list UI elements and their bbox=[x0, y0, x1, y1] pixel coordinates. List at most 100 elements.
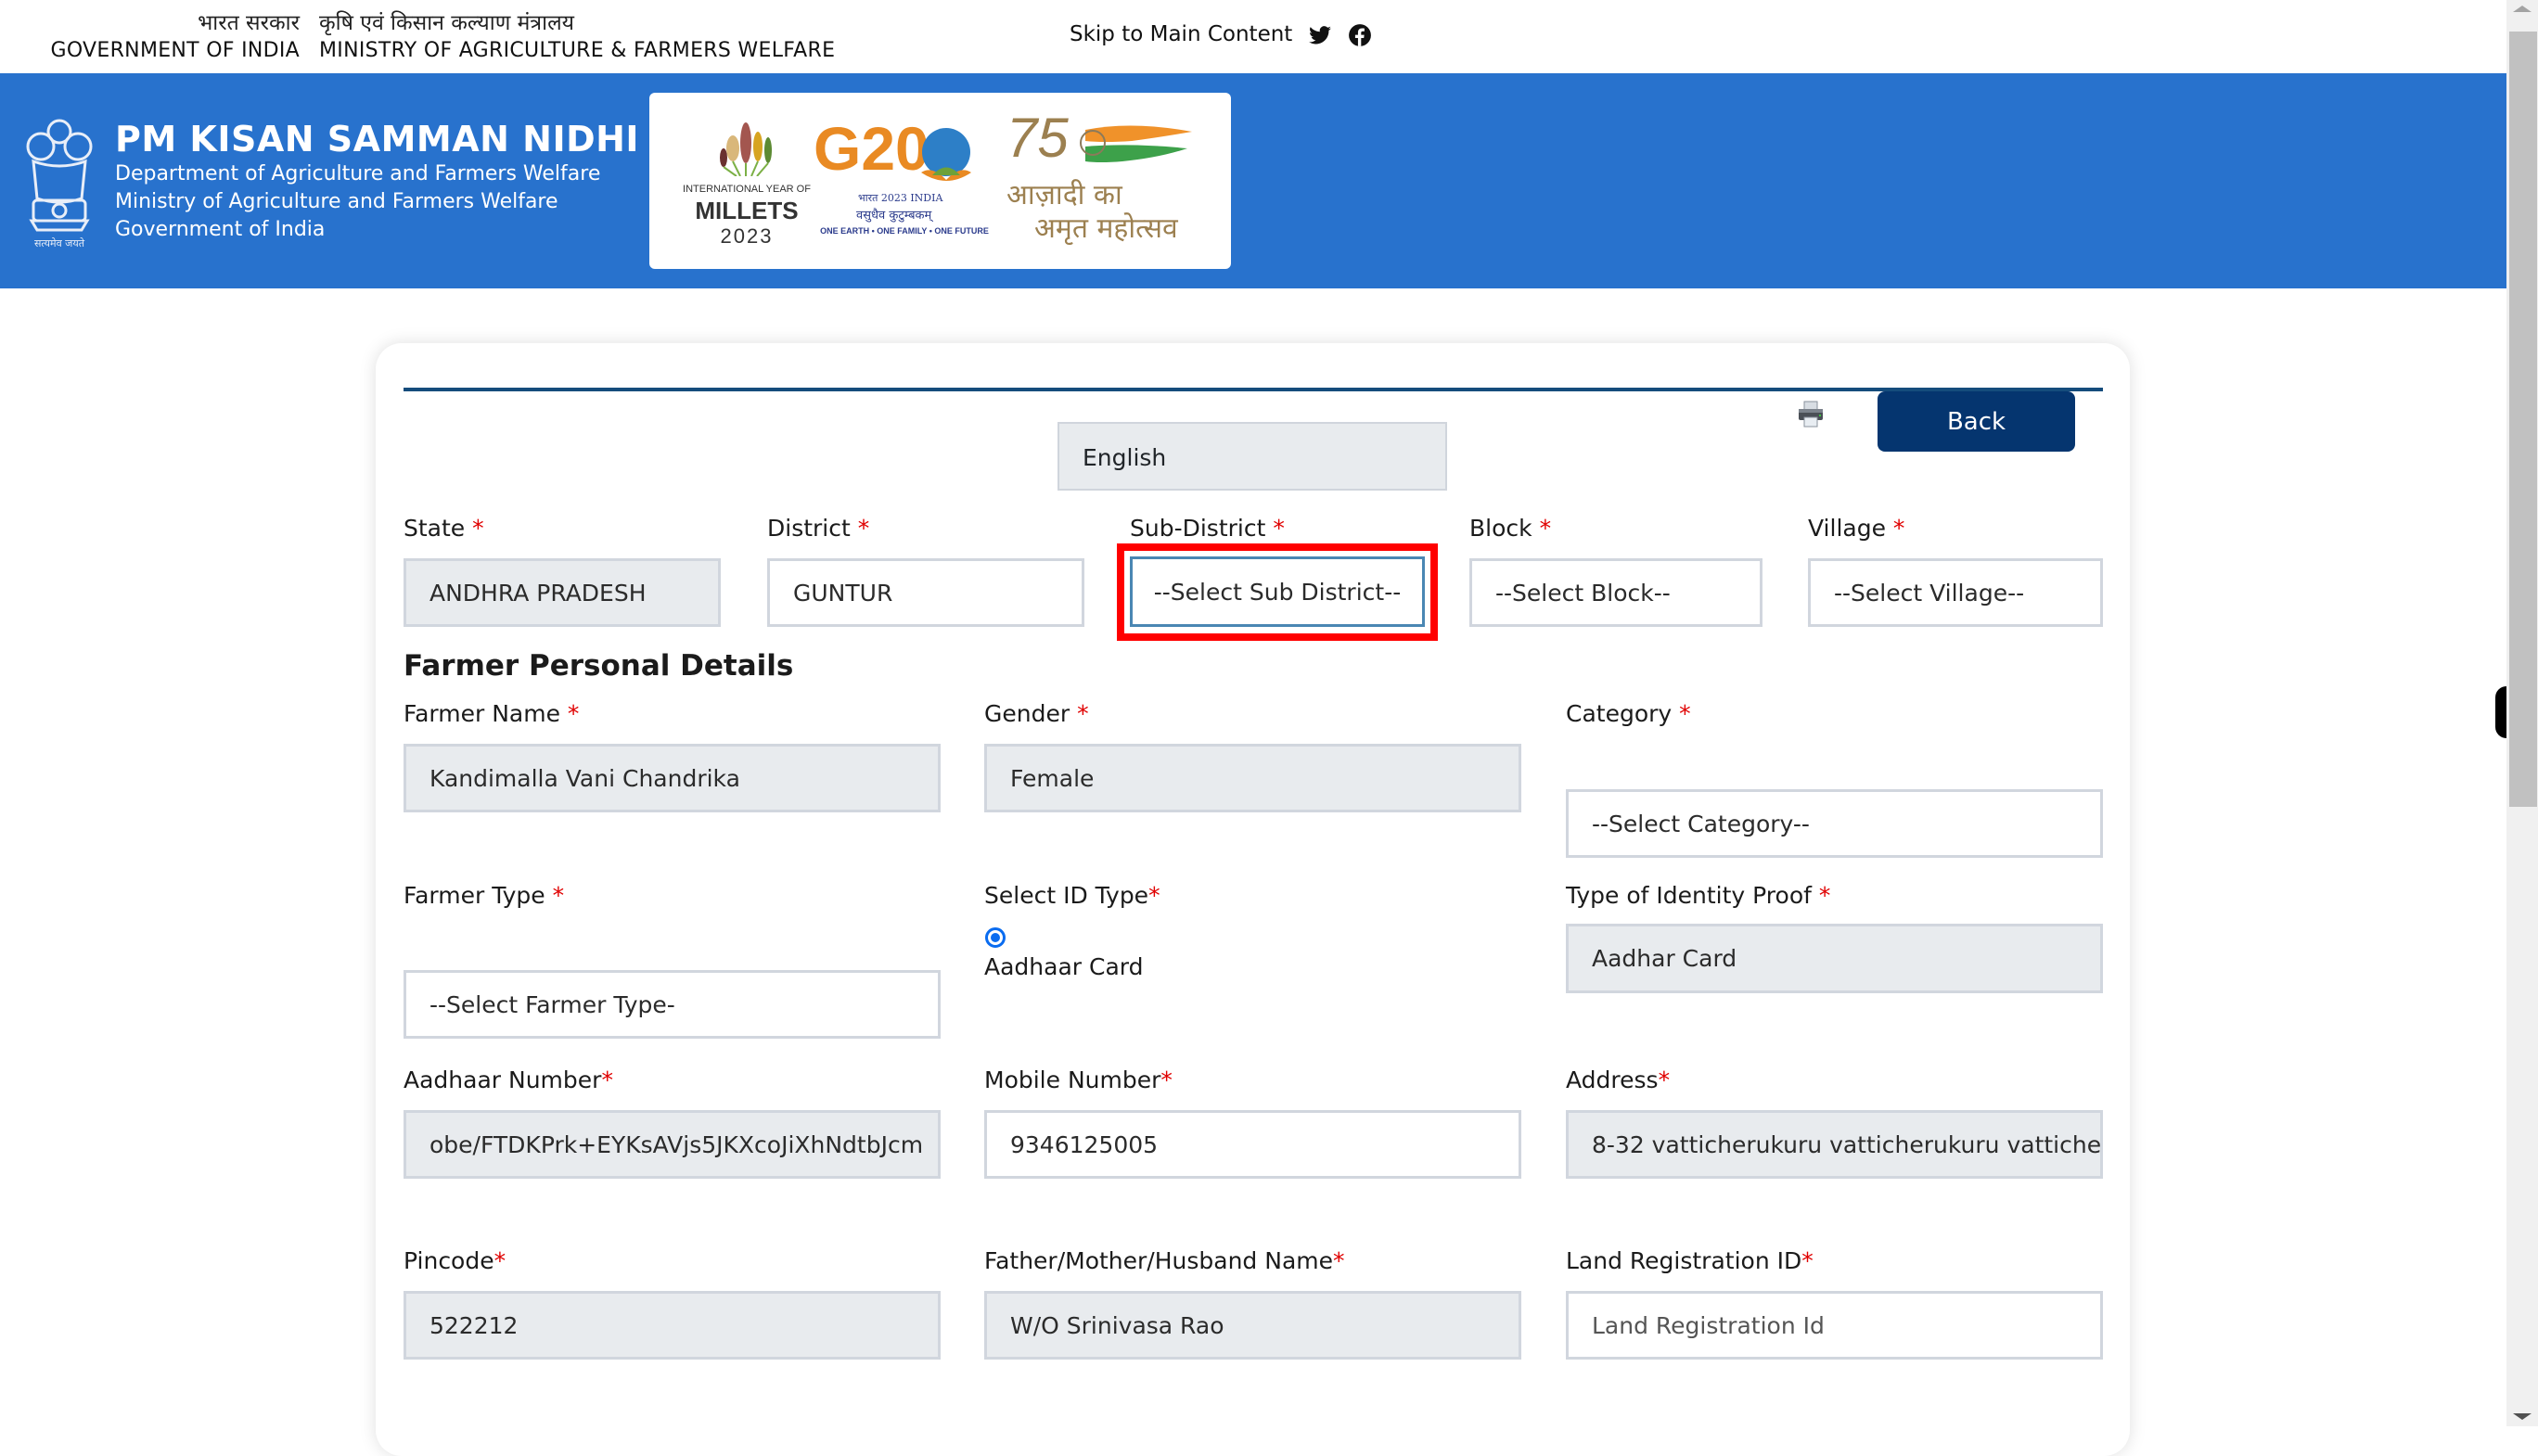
millets-grain-icon bbox=[720, 122, 772, 176]
twitter-icon[interactable] bbox=[1308, 23, 1332, 47]
flag-icon bbox=[1080, 125, 1192, 162]
required-marker: * bbox=[1273, 515, 1285, 542]
village-select[interactable]: --Select Village-- bbox=[1808, 558, 2103, 627]
id-type-label: Select ID Type* bbox=[984, 882, 1160, 909]
millets-logo: INTERNATIONAL YEAR OF MILLETS 2023 bbox=[677, 121, 816, 250]
land-registration-placeholder: Land Registration Id bbox=[1592, 1311, 1825, 1339]
required-marker: * bbox=[567, 700, 580, 727]
category-label: Category * bbox=[1566, 700, 1691, 727]
state-label-text: State bbox=[404, 515, 466, 542]
scroll-up-arrow-icon[interactable] bbox=[2513, 6, 2532, 12]
farmer-name-label-text: Farmer Name bbox=[404, 700, 560, 727]
mobile-number-label: Mobile Number* bbox=[984, 1066, 1173, 1093]
national-emblem-icon: सत्यमेव जयते bbox=[20, 115, 98, 250]
sub-district-label: Sub-District * bbox=[1130, 515, 1285, 542]
required-marker: * bbox=[1892, 515, 1905, 542]
aadhaar-number-label: Aadhaar Number* bbox=[404, 1066, 613, 1093]
aadhaar-card-radio[interactable] bbox=[985, 927, 1006, 948]
block-label-text: Block bbox=[1469, 515, 1532, 542]
azadi-line2: अमृत महोत्सव bbox=[1034, 212, 1178, 245]
pincode-label-text: Pincode bbox=[404, 1247, 494, 1274]
state-field[interactable]: ANDHRA PRADESH bbox=[404, 558, 721, 627]
section-heading: Farmer Personal Details bbox=[404, 649, 794, 683]
gender-label: Gender * bbox=[984, 700, 1089, 727]
required-marker: * bbox=[1658, 1066, 1671, 1093]
district-select[interactable]: GUNTUR bbox=[767, 558, 1084, 627]
ministry-label: कृषि एवं किसान कल्याण मंत्रालय MINISTRY … bbox=[319, 9, 835, 65]
g20-line1: भारत 2023 INDIA bbox=[858, 192, 943, 204]
ministry-line: Ministry of Agriculture and Farmers Welf… bbox=[115, 190, 558, 213]
farmer-name-field[interactable]: Kandimalla Vani Chandrika bbox=[404, 744, 941, 812]
farmer-type-select[interactable]: --Select Farmer Type- bbox=[404, 970, 941, 1039]
g20-logo: G20 भारत 2023 INDIA वसुधैव कुटुम्बकम् ON… bbox=[802, 114, 1006, 258]
government-line: Government of India bbox=[115, 218, 326, 241]
required-marker: * bbox=[1077, 700, 1089, 727]
g20-mark: G20 bbox=[814, 114, 929, 183]
land-registration-label-text: Land Registration ID bbox=[1566, 1247, 1802, 1274]
address-field[interactable]: 8-32 vatticherukuru vatticherukuru vatti… bbox=[1566, 1110, 2103, 1179]
farmer-type-label-text: Farmer Type bbox=[404, 882, 545, 909]
form-card bbox=[376, 343, 2130, 1456]
required-marker: * bbox=[1160, 1066, 1173, 1093]
g20-line2: वसुधैव कुटुम्बकम् bbox=[856, 209, 932, 223]
required-marker: * bbox=[552, 882, 565, 909]
required-marker: * bbox=[1679, 700, 1691, 727]
mobile-number-label-text: Mobile Number bbox=[984, 1066, 1161, 1093]
printer-icon[interactable] bbox=[1796, 399, 1826, 428]
required-marker: * bbox=[1801, 1247, 1814, 1274]
district-label-text: District bbox=[767, 515, 851, 542]
mobile-number-input[interactable]: 9346125005 bbox=[984, 1110, 1521, 1179]
facebook-icon[interactable] bbox=[1348, 23, 1372, 47]
required-marker: * bbox=[857, 515, 870, 542]
farmer-type-label: Farmer Type * bbox=[404, 882, 564, 909]
scrollbar-thumb[interactable] bbox=[2509, 32, 2537, 807]
farmer-name-label: Farmer Name * bbox=[404, 700, 579, 727]
sub-district-select[interactable]: --Select Sub District-- bbox=[1130, 556, 1425, 627]
pincode-field[interactable]: 522212 bbox=[404, 1291, 941, 1360]
emblem-caption: सत्यमेव जयते bbox=[34, 237, 85, 249]
identity-proof-field[interactable]: Aadhar Card bbox=[1566, 924, 2103, 993]
relative-name-label-text: Father/Mother/Husband Name bbox=[984, 1247, 1334, 1274]
site-title: PM KISAN SAMMAN NIDHI bbox=[115, 119, 640, 160]
land-registration-label: Land Registration ID* bbox=[1566, 1247, 1814, 1274]
millets-line2: MILLETS bbox=[695, 197, 799, 224]
required-marker: * bbox=[1818, 882, 1831, 909]
government-label: भारत सरकार GOVERNMENT OF INDIA bbox=[37, 9, 300, 65]
category-select[interactable]: --Select Category-- bbox=[1566, 789, 2103, 858]
pincode-label: Pincode* bbox=[404, 1247, 506, 1274]
aadhaar-card-radio-label[interactable]: Aadhaar Card bbox=[984, 953, 1143, 980]
card-divider bbox=[404, 388, 2103, 391]
district-label: District * bbox=[767, 515, 869, 542]
g20-line3: ONE EARTH • ONE FAMILY • ONE FUTURE bbox=[820, 226, 989, 236]
skip-to-main-content-link[interactable]: Skip to Main Content bbox=[1070, 22, 1292, 46]
required-marker: * bbox=[601, 1066, 613, 1093]
gender-field[interactable]: Female bbox=[984, 744, 1521, 812]
category-label-text: Category bbox=[1566, 700, 1673, 727]
department-line: Department of Agriculture and Farmers We… bbox=[115, 162, 601, 185]
required-marker: * bbox=[1333, 1247, 1345, 1274]
scroll-down-arrow-icon[interactable] bbox=[2513, 1413, 2532, 1420]
relative-name-field[interactable]: W/O Srinivasa Rao bbox=[984, 1291, 1521, 1360]
block-label: Block * bbox=[1469, 515, 1551, 542]
gender-label-text: Gender bbox=[984, 700, 1070, 727]
millets-line1: INTERNATIONAL YEAR OF bbox=[683, 184, 811, 195]
required-marker: * bbox=[472, 515, 484, 542]
government-english: GOVERNMENT OF INDIA bbox=[50, 39, 300, 62]
aadhaar-number-field[interactable]: obe/FTDKPrk+EYKsAVjs5JKXcoJiXhNdtbJcm bbox=[404, 1110, 941, 1179]
village-label: Village * bbox=[1808, 515, 1904, 542]
back-button[interactable]: Back bbox=[1878, 391, 2075, 452]
id-type-label-text: Select ID Type bbox=[984, 882, 1149, 909]
azadi-mark: 75 bbox=[1006, 107, 1069, 169]
required-marker: * bbox=[494, 1247, 506, 1274]
ministry-hindi: कृषि एवं किसान कल्याण मंत्रालय bbox=[319, 11, 574, 35]
campaign-logos: INTERNATIONAL YEAR OF MILLETS 2023 G20 भ… bbox=[649, 93, 1231, 269]
identity-proof-label-text: Type of Identity Proof bbox=[1566, 882, 1812, 909]
land-registration-input[interactable]: Land Registration Id bbox=[1566, 1291, 2103, 1360]
language-selector[interactable]: English bbox=[1058, 422, 1447, 491]
required-marker: * bbox=[1539, 515, 1552, 542]
block-select[interactable]: --Select Block-- bbox=[1469, 558, 1762, 627]
village-label-text: Village bbox=[1808, 515, 1886, 542]
identity-proof-label: Type of Identity Proof * bbox=[1566, 882, 1830, 909]
ministry-english: MINISTRY OF AGRICULTURE & FARMERS WELFAR… bbox=[319, 39, 836, 62]
globe-lotus-icon bbox=[921, 128, 971, 181]
